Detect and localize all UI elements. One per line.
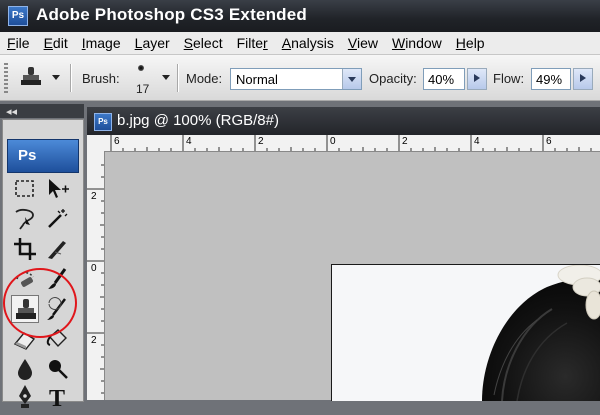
photoshop-logo[interactable]: Ps bbox=[7, 139, 79, 173]
document-image[interactable] bbox=[331, 264, 600, 401]
dodge-tool-icon[interactable] bbox=[43, 355, 71, 383]
marquee-tool-icon[interactable] bbox=[11, 175, 39, 203]
clone-stamp-highlight-circle bbox=[3, 268, 77, 338]
flow-label: Flow: bbox=[493, 71, 525, 86]
type-tool-icon[interactable]: T bbox=[43, 382, 71, 412]
menu-layer[interactable]: Layer bbox=[128, 35, 177, 51]
ruler-v-label: 2 bbox=[91, 335, 97, 346]
opacity-field[interactable]: 40% bbox=[423, 68, 465, 90]
menu-select[interactable]: Select bbox=[177, 35, 230, 51]
horizontal-ruler[interactable]: 6 4 2 0 2 4 6 bbox=[87, 135, 600, 152]
collapse-panel-icon[interactable]: ◂◂ bbox=[6, 105, 17, 118]
move-tool-icon[interactable] bbox=[43, 175, 71, 203]
mode-dropdown-icon[interactable] bbox=[342, 69, 361, 89]
opacity-field-value: 40% bbox=[428, 72, 455, 87]
document-window: Ps b.jpg @ 100% (RGB/8#) 6 4 2 0 2 4 6 2… bbox=[87, 107, 600, 401]
ruler-h-label: 6 bbox=[546, 136, 552, 147]
menu-help[interactable]: Help bbox=[449, 35, 492, 51]
ruler-h-label: 2 bbox=[402, 136, 408, 147]
ruler-h-label: 6 bbox=[114, 136, 120, 147]
svg-text:T: T bbox=[49, 386, 65, 410]
ruler-h-label: 4 bbox=[474, 136, 480, 147]
brush-picker-dropdown-icon[interactable] bbox=[162, 75, 170, 80]
brush-label: Brush: bbox=[82, 71, 120, 86]
menu-window[interactable]: Window bbox=[385, 35, 449, 51]
flow-field[interactable]: 49% bbox=[531, 68, 571, 90]
ruler-h-label: 4 bbox=[186, 136, 192, 147]
menu-analysis[interactable]: Analysis bbox=[275, 35, 341, 51]
tool-preset-dropdown-icon[interactable] bbox=[52, 75, 60, 80]
menu-bar: File Edit Image Layer Select Filter Anal… bbox=[0, 32, 600, 55]
menu-file[interactable]: File bbox=[0, 35, 37, 51]
opacity-label: Opacity: bbox=[369, 71, 417, 86]
options-bar: Brush: 17 Mode: Normal Opacity: 40% Flow… bbox=[0, 55, 600, 101]
blur-tool-icon[interactable] bbox=[11, 355, 39, 383]
pen-tool-icon[interactable] bbox=[11, 382, 39, 410]
vertical-ruler[interactable]: 2 0 2 bbox=[87, 151, 105, 400]
photoshop-app-icon[interactable]: Ps bbox=[8, 6, 28, 26]
menu-image[interactable]: Image bbox=[75, 35, 128, 51]
opacity-slider-button[interactable] bbox=[467, 68, 487, 90]
document-title: b.jpg @ 100% (RGB/8#) bbox=[117, 112, 279, 129]
magic-wand-tool-icon[interactable] bbox=[43, 205, 71, 233]
menu-edit[interactable]: Edit bbox=[37, 35, 75, 51]
slice-tool-icon[interactable] bbox=[43, 235, 71, 263]
crop-tool-icon[interactable] bbox=[11, 235, 39, 263]
flow-field-value: 49% bbox=[536, 72, 563, 87]
canvas-area[interactable] bbox=[105, 152, 600, 401]
ruler-v-label: 0 bbox=[91, 263, 97, 274]
toolbox-header[interactable]: ◂◂ bbox=[0, 104, 84, 118]
document-ps-icon: Ps bbox=[94, 113, 112, 131]
ruler-h-label: 0 bbox=[330, 136, 336, 147]
flow-slider-button[interactable] bbox=[573, 68, 593, 90]
mode-select-value: Normal bbox=[236, 72, 278, 87]
window-title: Adobe Photoshop CS3 Extended bbox=[36, 5, 308, 24]
mode-select[interactable]: Normal bbox=[230, 68, 362, 90]
clone-stamp-tool-preset-icon[interactable] bbox=[18, 65, 44, 89]
separator bbox=[70, 64, 72, 92]
ruler-h-label: 2 bbox=[258, 136, 264, 147]
separator bbox=[177, 64, 179, 92]
mode-label: Mode: bbox=[186, 71, 223, 86]
brush-size-value: 17 bbox=[136, 82, 150, 96]
menu-view[interactable]: View bbox=[341, 35, 385, 51]
portrait-photo bbox=[482, 265, 600, 401]
toolbox: Ps T bbox=[2, 119, 84, 412]
menu-filter[interactable]: Filter bbox=[230, 35, 275, 51]
options-bar-grip[interactable] bbox=[4, 63, 8, 93]
title-bar: Ps Adobe Photoshop CS3 Extended bbox=[0, 0, 600, 32]
brush-preview-icon[interactable] bbox=[138, 65, 144, 71]
lasso-tool-icon[interactable] bbox=[11, 205, 39, 233]
ruler-v-label: 2 bbox=[91, 191, 97, 202]
document-title-bar[interactable]: Ps b.jpg @ 100% (RGB/8#) bbox=[87, 107, 600, 135]
